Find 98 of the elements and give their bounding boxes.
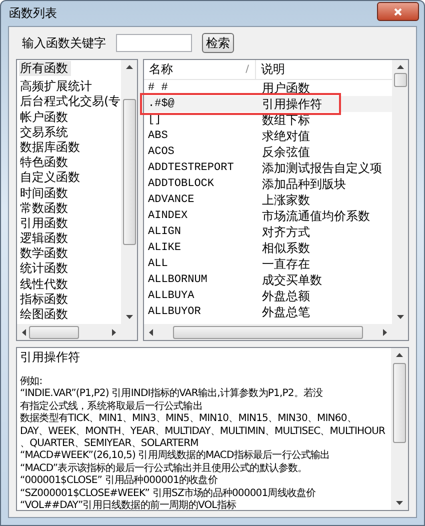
search-field[interactable] xyxy=(116,34,192,52)
description-line: “VOL##DAY”引用日线数据的前一周期的VOL指标 xyxy=(20,500,238,510)
category-item[interactable]: 帐户函数 xyxy=(19,110,121,125)
description-line: 有指定公式线，系统将取最后一行公式输出 xyxy=(20,400,204,412)
category-item[interactable]: 数学函数 xyxy=(19,246,121,262)
scroll-up-icon[interactable] xyxy=(396,353,403,357)
function-description: 成交买单数 xyxy=(261,272,323,288)
function-name: ALLBUYOR xyxy=(147,306,202,318)
function-name: ADDTESTREPORT xyxy=(147,162,235,174)
function-name: ALLBUYA xyxy=(147,290,196,302)
table-row[interactable]: ALIKE 相似系数 xyxy=(144,240,392,256)
table-row[interactable]: ABS 求绝对值 xyxy=(144,128,392,144)
function-name: ABS xyxy=(147,130,169,142)
close-icon[interactable] xyxy=(394,8,402,16)
description-line: 例如: xyxy=(20,376,44,388)
function-name: ALL xyxy=(147,258,169,270)
function-description: 数组下标 xyxy=(261,112,311,128)
scroll-left-icon[interactable] xyxy=(149,328,153,336)
table-row[interactable]: ADVANCE 上涨家数 xyxy=(144,192,392,208)
category-item[interactable]: 绘图函数 xyxy=(19,307,121,322)
category-item[interactable]: 数据库函数 xyxy=(19,140,121,156)
horizontal-scrollbar[interactable] xyxy=(17,324,121,340)
function-name: ALLBORNUM xyxy=(147,274,208,286)
category-item[interactable]: 所有函数 xyxy=(19,61,71,76)
search-button[interactable]: 检索 xyxy=(202,33,234,53)
vertical-scrollbar[interactable] xyxy=(391,348,408,510)
scroll-down-icon[interactable] xyxy=(126,315,132,319)
category-item[interactable]: 后台程式化交易(专 xyxy=(19,94,121,110)
category-item[interactable]: 逻辑函数 xyxy=(19,231,121,246)
function-description: 市场流通值均价系数 xyxy=(261,208,371,224)
table-row[interactable]: ALLBUYA 外盘总额 xyxy=(144,288,392,304)
function-description: 引用操作符 xyxy=(261,96,323,112)
category-item[interactable]: 常数函数 xyxy=(19,200,121,216)
table-row[interactable]: # # 用户函数 xyxy=(144,80,392,96)
table-row[interactable]: ADDTOBLOCK 添加品种到版块 xyxy=(144,176,392,192)
function-name: ALIKE xyxy=(147,242,182,254)
category-item[interactable]: 线性代数 xyxy=(19,276,121,292)
description-line: 、QUARTER、SEMIYEAR、SOLARTERM xyxy=(20,438,200,450)
function-description: 添加品种到版块 xyxy=(261,176,347,192)
table-row[interactable]: ADDTESTREPORT 添加测试报告自定义项 xyxy=(144,160,392,176)
description-title: 引用操作符 xyxy=(20,350,81,364)
category-item[interactable]: 时间函数 xyxy=(19,186,121,201)
scroll-up-icon[interactable] xyxy=(126,65,132,69)
function-description: 添加测试报告自定义项 xyxy=(261,160,383,176)
table-row[interactable]: AINDEX 市场流通值均价系数 xyxy=(144,208,392,224)
scroll-thumb[interactable] xyxy=(394,73,406,87)
function-description: 用户函数 xyxy=(261,80,311,96)
function-name: ALIGN xyxy=(147,226,182,238)
function-name: .#$@ xyxy=(147,98,176,110)
function-name: # # xyxy=(147,82,169,94)
scroll-right-icon[interactable] xyxy=(383,328,387,336)
search-label: 输入函数关键字 xyxy=(22,34,106,52)
scroll-thumb[interactable] xyxy=(122,99,136,245)
description-line: “INDIE.VAR”(P1,P2) 引用INDI指标的VAR输出,计算参数为P1,P2。若没 xyxy=(20,388,324,400)
description-line: DAY、WEEK、MONTH、YEAR、MULTIDAY、MULTIMIN、MULTISEC、MULTIHOUR xyxy=(20,426,386,438)
category-item[interactable]: 统计函数 xyxy=(19,261,121,277)
category-item[interactable]: 引用函数 xyxy=(19,216,121,232)
table-row[interactable]: ALIGN 对齐方式 xyxy=(144,224,392,240)
scroll-thumb[interactable] xyxy=(393,363,406,443)
table-row[interactable]: ALLBORNUM 成交买单数 xyxy=(144,272,392,288)
category-item[interactable]: 指标函数 xyxy=(19,292,121,307)
function-description: 外盘总额 xyxy=(261,288,311,304)
scroll-down-icon[interactable] xyxy=(396,315,404,319)
category-item[interactable]: 特色函数 xyxy=(19,155,121,170)
description-line: 数据类型有TICK、MIN1、MIN3、MIN5、MIN10、MIN15、MIN30、MIN60、 xyxy=(20,413,358,426)
function-description: 一直存在 xyxy=(261,256,311,272)
scroll-down-icon[interactable] xyxy=(396,501,403,505)
description-line: “MACD”表示该指标的最后一行公式输出并且使用公式的默认参数。 xyxy=(20,462,308,474)
function-description: 相似系数 xyxy=(261,240,311,256)
function-name: ADVANCE xyxy=(147,194,196,206)
table-row[interactable]: ALL 一直存在 xyxy=(144,256,392,272)
category-item[interactable]: 高频扩展统计 xyxy=(19,79,121,94)
description-line: “MACD#WEEK”(26,10,5) 引用周线数据的MACD指标最后一行公式输出 xyxy=(20,450,331,462)
scroll-thumb[interactable] xyxy=(173,326,363,338)
window-title: 函数列表 xyxy=(8,5,57,22)
function-name: AINDEX xyxy=(147,210,189,222)
description-line: “000001$CLOSE” 引用品种000001的收盘价 xyxy=(20,475,218,488)
scroll-up-icon[interactable] xyxy=(396,65,404,69)
function-name: ACOS xyxy=(147,146,176,158)
function-description: 上涨家数 xyxy=(261,192,311,208)
description-line: “SZ000001$CLOSE#WEEK” 引用SZ市场的品种000001周线收盘价 xyxy=(20,488,317,500)
category-item[interactable]: 自定义函数 xyxy=(19,170,121,186)
vertical-scrollbar[interactable] xyxy=(392,60,408,324)
horizontal-scrollbar[interactable] xyxy=(144,324,392,340)
function-description: 求绝对值 xyxy=(261,128,311,144)
function-description: 反余弦值 xyxy=(261,144,311,160)
vertical-scrollbar[interactable] xyxy=(121,60,137,324)
table-row[interactable]: ACOS 反余弦值 xyxy=(144,144,392,160)
category-item[interactable]: 交易系统 xyxy=(19,124,121,140)
close-button[interactable] xyxy=(377,2,419,21)
scroll-right-icon[interactable] xyxy=(112,328,116,336)
scroll-thumb[interactable] xyxy=(29,326,79,338)
function-description: 对齐方式 xyxy=(261,224,311,240)
table-row[interactable]: .#$@ 引用操作符 xyxy=(144,96,392,112)
table-row[interactable]: ALLBUYOR 外盘总笔 xyxy=(144,304,392,320)
function-description: 外盘总笔 xyxy=(261,304,311,320)
function-name: ADDTOBLOCK xyxy=(147,178,216,190)
scroll-left-icon[interactable] xyxy=(22,328,26,336)
